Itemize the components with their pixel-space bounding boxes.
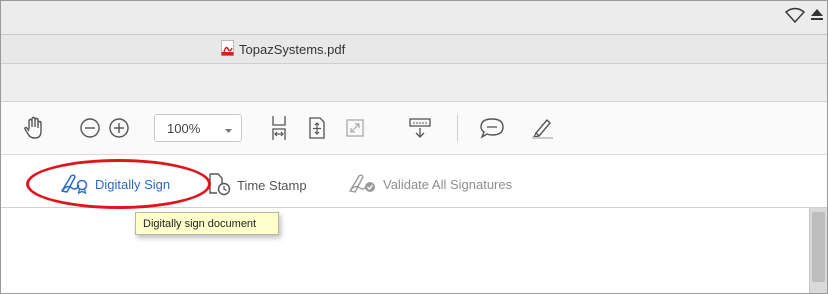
comment-icon[interactable] bbox=[479, 115, 505, 141]
hand-tool-icon[interactable] bbox=[21, 115, 47, 141]
tooltip-text: Digitally sign document bbox=[143, 217, 257, 230]
main-toolbar bbox=[1, 102, 827, 155]
fit-width-icon[interactable] bbox=[266, 115, 292, 141]
document-title: TopazSystems.pdf bbox=[221, 40, 345, 59]
highlight-pen-icon[interactable] bbox=[529, 115, 555, 141]
zoom-value: 100% bbox=[167, 120, 201, 136]
menu-bar bbox=[1, 1, 827, 35]
fit-page-icon[interactable] bbox=[304, 115, 330, 141]
app-window: TopazSystems.pdf 100% Digitally Sign Tim… bbox=[0, 0, 828, 294]
wifi-icon[interactable] bbox=[784, 7, 806, 23]
annotation-highlight-oval bbox=[26, 159, 211, 209]
validate-signature-icon bbox=[347, 172, 377, 197]
time-stamp-button[interactable]: Time Stamp bbox=[207, 172, 307, 199]
zoom-in-icon[interactable] bbox=[106, 115, 132, 141]
toolbar-divider bbox=[457, 114, 458, 142]
eject-icon[interactable] bbox=[810, 7, 824, 23]
validate-all-signatures-button[interactable]: Validate All Signatures bbox=[347, 172, 512, 197]
vertical-scrollbar[interactable] bbox=[809, 208, 827, 293]
time-stamp-label: Time Stamp bbox=[237, 178, 307, 193]
pdf-file-icon bbox=[221, 40, 234, 59]
chevron-down-icon bbox=[224, 123, 233, 138]
scrollbar-thumb[interactable] bbox=[812, 212, 825, 282]
zoom-select[interactable]: 100% bbox=[154, 114, 242, 142]
zoom-out-icon[interactable] bbox=[77, 115, 103, 141]
validate-all-label: Validate All Signatures bbox=[383, 177, 513, 192]
read-mode-icon[interactable] bbox=[407, 115, 433, 141]
window-title-text: TopazSystems.pdf bbox=[239, 42, 346, 57]
tab-strip bbox=[1, 64, 827, 102]
window-title-bar: TopazSystems.pdf bbox=[1, 35, 827, 64]
tooltip: Digitally sign document bbox=[135, 212, 279, 235]
full-screen-icon[interactable] bbox=[342, 115, 368, 141]
